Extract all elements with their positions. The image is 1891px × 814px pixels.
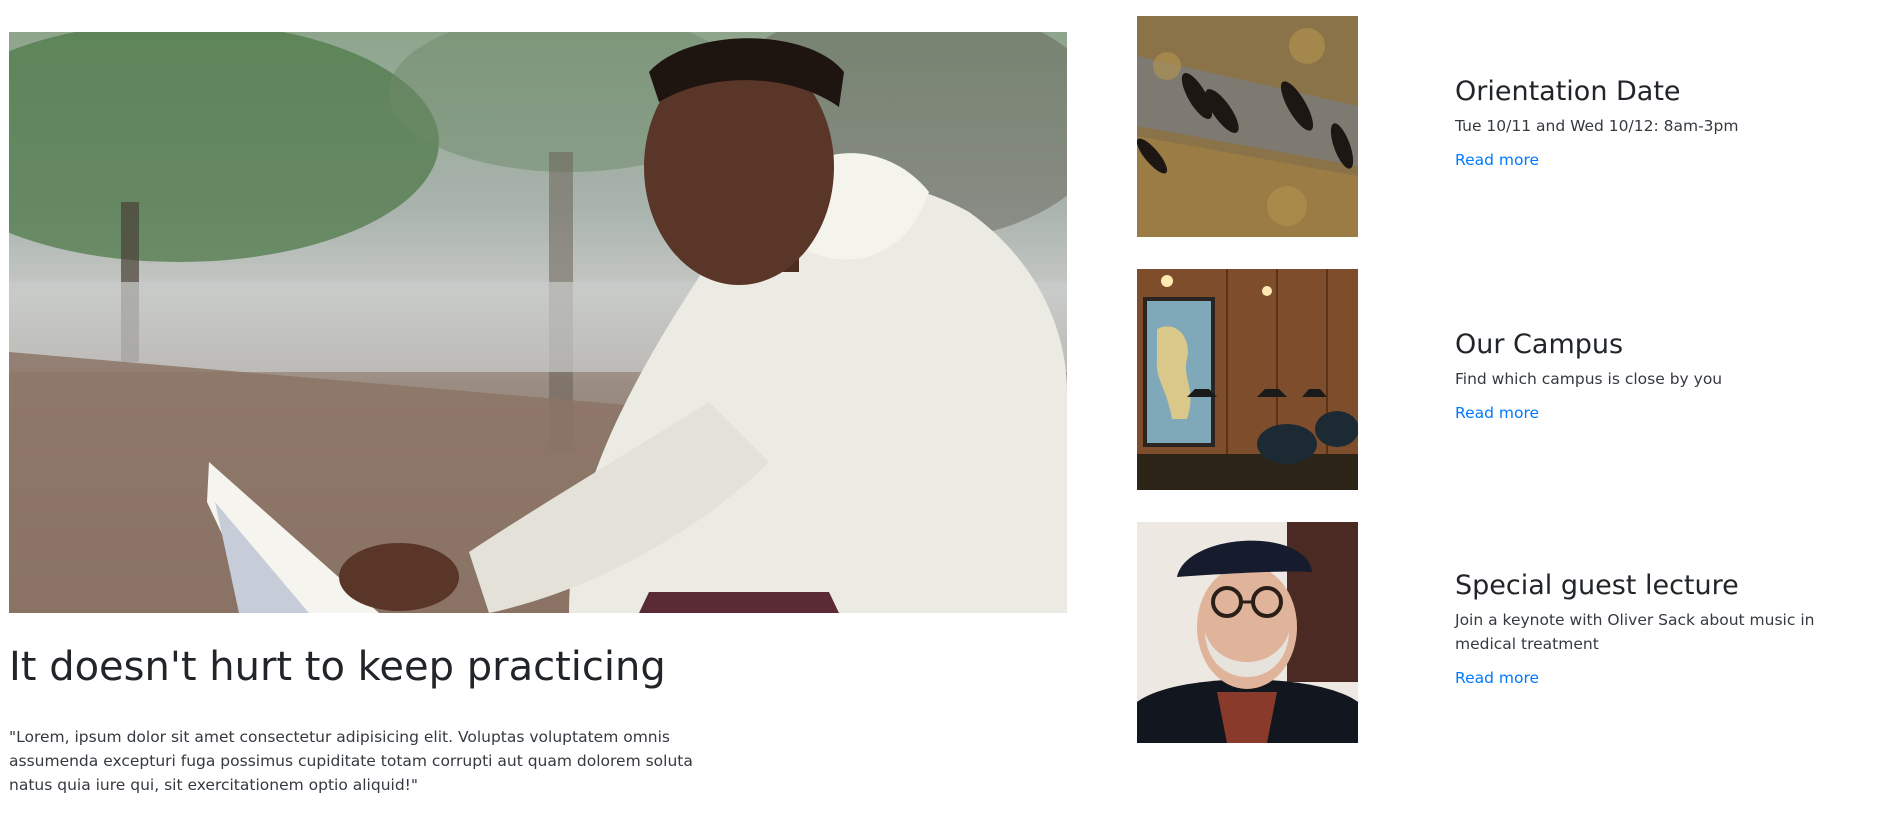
guest-lecture-image xyxy=(1137,522,1358,743)
campus-card: Our Campus Find which campus is close by… xyxy=(1455,329,1875,422)
hero-text: "Lorem, ipsum dolor sit amet consectetur… xyxy=(9,728,693,794)
card-text: Find which campus is close by you xyxy=(1455,370,1723,389)
read-more-link[interactable]: Read more xyxy=(1455,669,1539,687)
orientation-image xyxy=(1137,16,1358,237)
guest-lecture-card: Special guest lecture Join a keynote wit… xyxy=(1455,570,1875,687)
card-title: Special guest lecture xyxy=(1455,570,1739,601)
card-title: Our Campus xyxy=(1455,329,1624,360)
orientation-card: Orientation Date Tue 10/11 and Wed 10/12… xyxy=(1455,76,1875,169)
card-title: Orientation Date xyxy=(1455,76,1681,107)
campus-image xyxy=(1137,269,1358,490)
card-text: Tue 10/11 and Wed 10/12: 8am-3pm xyxy=(1455,117,1739,136)
read-more-link[interactable]: Read more xyxy=(1455,404,1539,422)
hero-title: It doesn't hurt to keep practicing xyxy=(9,644,666,690)
hero-image xyxy=(9,32,1067,613)
card-text: Join a keynote with Oliver Sack about mu… xyxy=(1455,611,1815,654)
read-more-link[interactable]: Read more xyxy=(1455,151,1539,169)
